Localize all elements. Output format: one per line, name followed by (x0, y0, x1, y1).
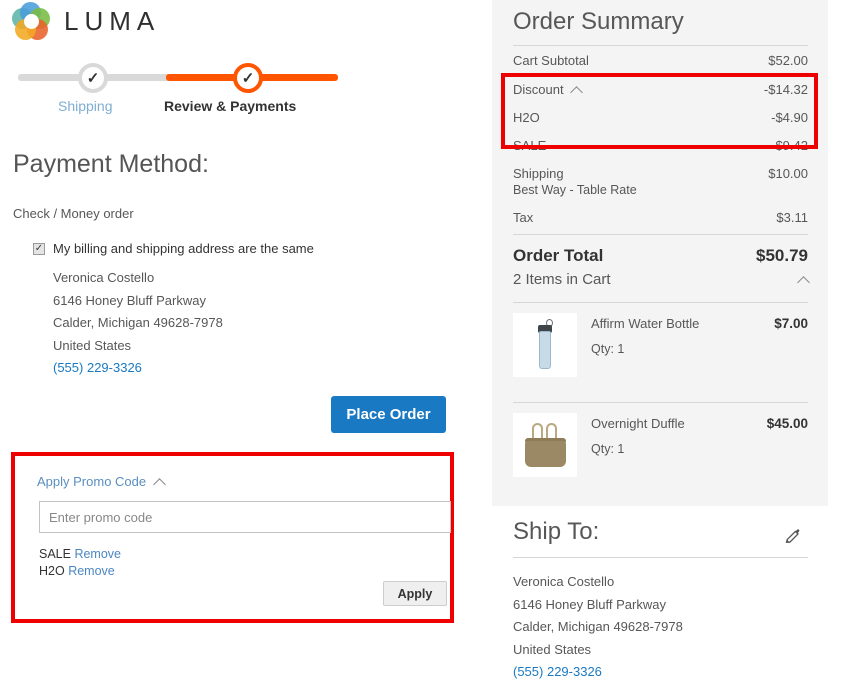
order-summary-panel: Order Summary Cart Subtotal $52.00 Disco… (492, 0, 828, 506)
remove-coupon-link[interactable]: Remove (68, 564, 115, 578)
billing-address: Veronica Costello 6146 Honey Bluff Parkw… (53, 267, 223, 380)
billing-same-checkbox[interactable]: ✓ (33, 243, 45, 255)
order-total-row: Order Total $50.79 (513, 235, 808, 272)
chevron-up-icon (569, 86, 583, 99)
order-summary-title: Order Summary (513, 8, 684, 35)
items-in-cart-toggle[interactable]: 2 Items in Cart (513, 271, 810, 289)
progress-label-review-payments: Review & Payments (164, 98, 297, 114)
luma-logo-icon (12, 2, 50, 40)
brand-name: LUMA (64, 5, 161, 36)
discount-row[interactable]: Discount -$14.32 (513, 75, 808, 103)
cart-item: Overnight Duffle $45.00 Qty: 1 (513, 413, 808, 477)
check-icon: ✓ (241, 69, 255, 87)
shipping-row: Shipping $10.00 (513, 159, 808, 183)
chevron-up-icon (153, 478, 166, 491)
divider (513, 302, 808, 303)
ship-to-street: 6146 Honey Bluff Parkway (513, 596, 666, 612)
tax-row: Tax $3.11 (513, 203, 808, 235)
shipping-method-label: Best Way - Table Rate (513, 183, 637, 197)
ship-to-title: Ship To: (513, 518, 600, 545)
water-bottle-thumb (513, 313, 577, 377)
progress-step-shipping[interactable]: ✓ (78, 63, 108, 93)
row-value: -$4.90 (771, 110, 808, 125)
billing-same-label: My billing and shipping address are the … (53, 241, 314, 256)
billing-address-phone[interactable]: (555) 229-3326 (53, 357, 223, 380)
billing-address-name: Veronica Costello (53, 270, 155, 285)
order-total-value: $50.79 (756, 246, 808, 265)
promo-code-section: Apply Promo Code SALE Remove H2O Remove … (15, 456, 451, 619)
luma-logo[interactable]: LUMA (12, 2, 160, 40)
checkout-progress-bar: ✓ ✓ Shipping Review & Payments (14, 60, 338, 120)
row-value: -$9.42 (771, 138, 808, 153)
cart-item-name: Overnight Duffle (591, 416, 685, 431)
discount-detail-row: H2O -$4.90 (513, 103, 808, 131)
cart-item-qty: Qty: 1 (591, 442, 625, 456)
row-value: $52.00 (768, 53, 808, 68)
payment-method-name: Check / Money order (13, 206, 134, 221)
ship-to-address: Veronica Costello 6146 Honey Bluff Parkw… (513, 571, 683, 682)
cart-item-price: $7.00 (774, 316, 808, 331)
row-label: Discount (513, 82, 564, 97)
row-label: H2O (513, 110, 540, 125)
row-label: Cart Subtotal (513, 53, 589, 68)
apply-promo-code-label: Apply Promo Code (37, 474, 147, 489)
ship-to-city-state-zip: Calder, Michigan 49628-7978 (513, 619, 683, 634)
applied-coupon-row: H2O Remove (39, 563, 121, 580)
row-value: $10.00 (768, 166, 808, 181)
progress-step-review-payments[interactable]: ✓ (233, 63, 263, 93)
ship-to-name: Veronica Costello (513, 574, 615, 589)
checkout-main-column: LUMA ✓ ✓ Shipping Review & Payments Paym… (0, 0, 480, 682)
apply-promo-button[interactable]: Apply (383, 581, 447, 606)
order-totals-table: Cart Subtotal $52.00 Discount -$14.32 H2… (513, 46, 808, 272)
applied-coupon-row: SALE Remove (39, 546, 121, 563)
cart-item-price: $45.00 (766, 416, 808, 431)
row-value: $3.11 (776, 210, 808, 225)
items-in-cart-label: 2 Items in Cart (513, 271, 611, 288)
promo-code-input[interactable] (39, 501, 451, 533)
row-label: SALE (513, 138, 547, 153)
order-total-label: Order Total (513, 246, 604, 265)
progress-label-shipping[interactable]: Shipping (58, 98, 113, 114)
chevron-up-icon (797, 276, 810, 289)
table-row: Cart Subtotal $52.00 (513, 46, 808, 75)
ship-to-phone[interactable]: (555) 229-3326 (513, 661, 683, 682)
cart-item: Affirm Water Bottle $7.00 Qty: 1 (513, 313, 808, 377)
discount-detail-row: SALE -$9.42 (513, 131, 808, 159)
check-icon: ✓ (86, 69, 100, 87)
billing-same-as-shipping-row[interactable]: ✓ My billing and shipping address are th… (33, 241, 314, 256)
cart-item-name: Affirm Water Bottle (591, 316, 700, 331)
ship-to-section: Ship To: Veronica Costello 6146 Honey Bl… (492, 506, 828, 682)
divider (513, 557, 808, 558)
remove-coupon-link[interactable]: Remove (74, 547, 121, 561)
pencil-edit-icon[interactable] (784, 528, 802, 546)
row-value: -$14.32 (763, 82, 808, 97)
coupon-code: SALE (39, 547, 71, 561)
promo-code-section-highlight: Apply Promo Code SALE Remove H2O Remove … (11, 452, 454, 623)
coupon-code: H2O (39, 564, 65, 578)
ship-to-country: United States (513, 641, 592, 657)
row-label: Shipping (513, 166, 564, 181)
cart-item-qty: Qty: 1 (591, 342, 625, 356)
applied-coupons-list: SALE Remove H2O Remove (39, 546, 121, 580)
checkout-page: LUMA ✓ ✓ Shipping Review & Payments Paym… (0, 0, 847, 682)
apply-promo-code-toggle[interactable]: Apply Promo Code (37, 474, 166, 491)
divider (513, 402, 808, 403)
billing-address-city-state-zip: Calder, Michigan 49628-7978 (53, 315, 223, 330)
duffle-bag-thumb (513, 413, 577, 477)
row-label: Tax (513, 210, 534, 225)
page-title: Payment Method: (13, 150, 209, 178)
place-order-button[interactable]: Place Order (331, 396, 446, 433)
billing-address-country: United States (53, 337, 132, 353)
billing-address-street: 6146 Honey Bluff Parkway (53, 292, 206, 308)
